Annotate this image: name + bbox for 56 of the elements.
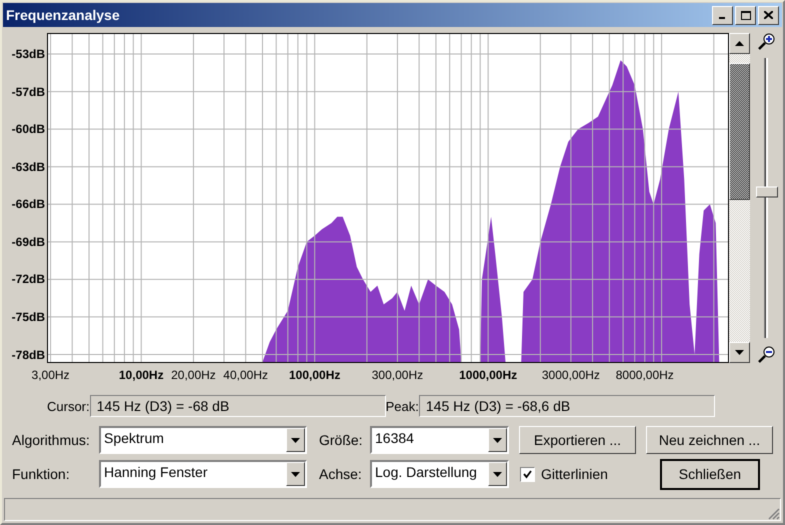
y-axis-label: -78dB xyxy=(12,348,45,362)
y-axis-label: -69dB xyxy=(12,234,45,249)
x-axis-label: 1000,00Hz xyxy=(459,368,518,382)
close-dialog-button[interactable]: Schließen xyxy=(660,458,760,490)
zoom-slider-thumb[interactable] xyxy=(756,186,778,198)
x-axis-label: 20,00Hz xyxy=(171,368,216,382)
maximize-icon xyxy=(740,10,750,20)
dropdown[interactable]: 16384 xyxy=(370,426,509,454)
algorithm-label: Algorithmus: xyxy=(11,432,91,448)
x-axis-label: 10,00Hz xyxy=(118,368,164,382)
y-axis-label: -75dB xyxy=(12,310,45,324)
x-axis-label: 3,00Hz xyxy=(32,368,70,382)
scroll-up-button[interactable] xyxy=(729,33,750,54)
cursor-label: Cursor: xyxy=(47,398,90,414)
x-axis-label: 8000,00Hz xyxy=(616,368,674,382)
x-axis-label: 40,00Hz xyxy=(223,368,268,382)
up-arrow-icon xyxy=(735,41,744,46)
x-axis-label: 3000,00Hz xyxy=(542,368,600,382)
peak-readout: 145 Hz (D3) = -68,6 dB xyxy=(418,395,715,418)
spectrum-plot[interactable] xyxy=(47,33,729,364)
down-arrow-icon xyxy=(493,472,502,477)
x-axis-label: 300,00Hz xyxy=(372,368,424,382)
y-axis-label: -72dB xyxy=(12,272,45,286)
export-button[interactable]: Exportieren ... xyxy=(519,426,636,454)
minimize-button[interactable] xyxy=(712,6,733,25)
dropdown[interactable]: Spektrum xyxy=(99,426,307,454)
down-arrow-icon xyxy=(493,438,502,443)
maximize-button[interactable] xyxy=(735,6,756,25)
zoom-out-icon[interactable] xyxy=(758,346,775,364)
axis-label: Achse: xyxy=(318,466,363,482)
y-axis-label: -63dB xyxy=(12,160,45,174)
zoom-in-icon[interactable] xyxy=(758,33,775,50)
redraw-button[interactable]: Neu zeichnen ... xyxy=(646,426,773,454)
y-axis-label: -60dB xyxy=(12,122,45,136)
down-arrow-icon xyxy=(291,472,300,477)
scroll-down-button[interactable] xyxy=(729,342,750,364)
size-label: Größe: xyxy=(318,432,364,448)
dropdown[interactable]: Hanning Fenster xyxy=(99,460,307,488)
x-axis-label: 100,00Hz xyxy=(289,368,340,382)
gridlines-label[interactable]: Gitterlinien xyxy=(541,466,608,482)
window-title: Frequenzanalyse xyxy=(6,7,121,24)
y-axis-label: -53dB xyxy=(12,47,45,62)
peak-label: Peak: xyxy=(386,398,419,414)
down-arrow-icon xyxy=(735,350,744,356)
y-axis-label: -66dB xyxy=(12,197,45,212)
close-icon xyxy=(764,11,773,20)
y-axis-label: -57dB xyxy=(12,84,45,99)
close-button[interactable] xyxy=(758,6,779,25)
dropdown[interactable]: Log. Darstellung xyxy=(370,460,509,488)
scrollbar-thumb[interactable] xyxy=(729,63,750,200)
checkbox[interactable] xyxy=(520,466,535,482)
cursor-readout: 145 Hz (D3) = -68 dB xyxy=(90,395,386,418)
function-label: Funktion: xyxy=(11,466,71,482)
down-arrow-icon xyxy=(291,438,300,443)
checkmark-icon xyxy=(523,470,532,479)
resize-grip-icon[interactable] xyxy=(768,508,780,520)
